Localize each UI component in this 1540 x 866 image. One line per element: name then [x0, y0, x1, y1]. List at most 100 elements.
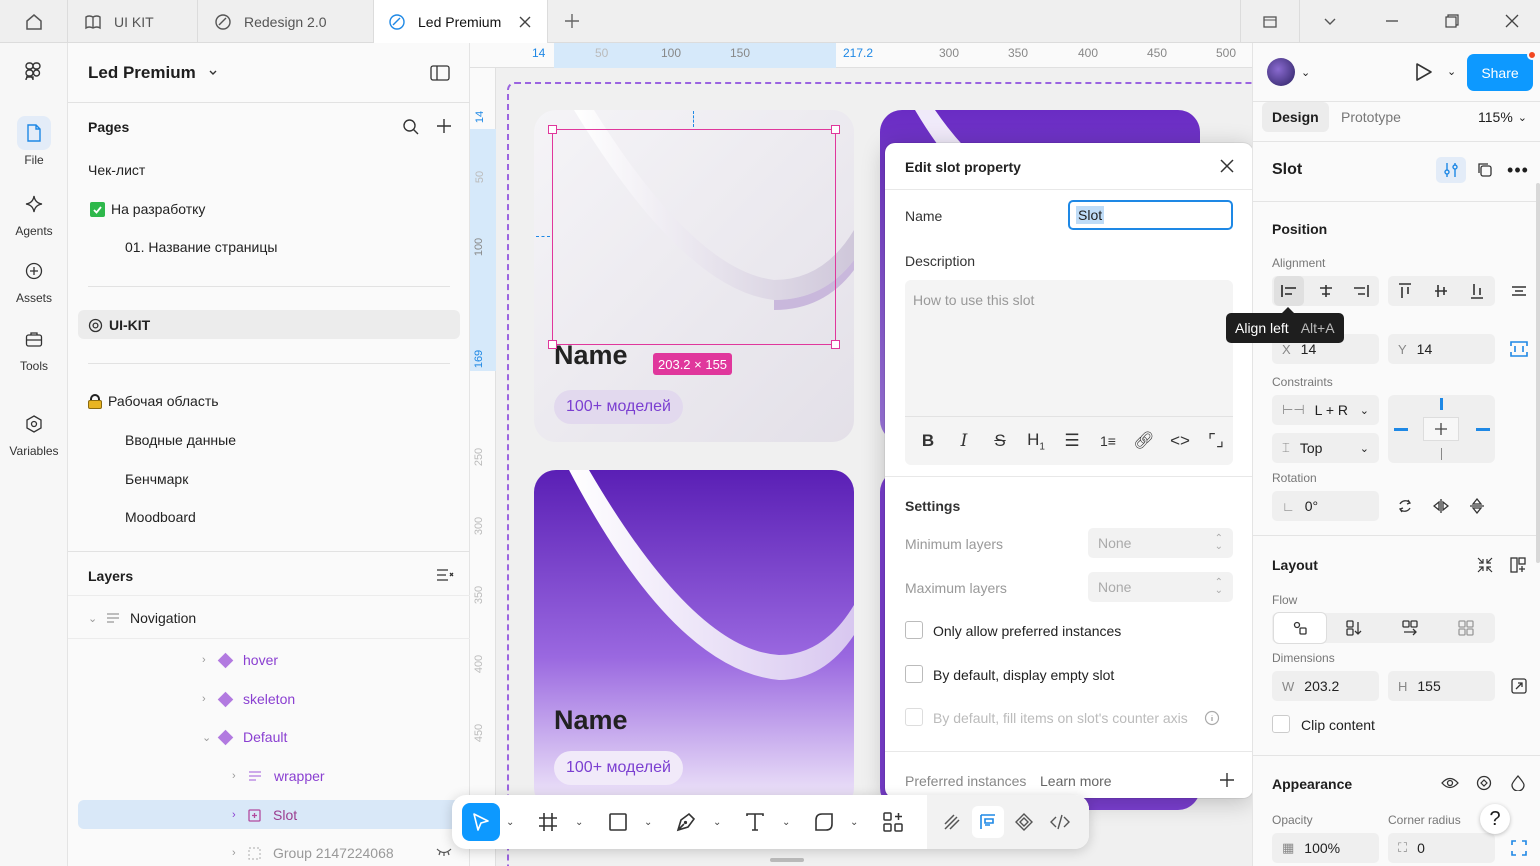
info-icon[interactable] — [1204, 710, 1220, 726]
align-right-button[interactable] — [1346, 276, 1376, 306]
comment-tool[interactable] — [808, 806, 840, 838]
chevron-right-icon[interactable]: › — [232, 770, 246, 782]
chevron-down-icon[interactable]: ⌄ — [506, 817, 514, 828]
page-item[interactable]: Чек-лист — [88, 162, 145, 178]
select-matching-button[interactable] — [1470, 155, 1500, 185]
bold-icon[interactable]: B — [917, 431, 939, 451]
page-item[interactable]: Moodboard — [125, 509, 196, 525]
close-dialog-button[interactable] — [1220, 159, 1234, 173]
chevron-down-icon[interactable]: ⌄ — [713, 817, 721, 828]
scrollbar[interactable] — [1536, 183, 1540, 563]
resize-handle[interactable] — [548, 340, 557, 349]
rail-assets[interactable]: Assets — [0, 254, 68, 305]
layer-row[interactable]: › wrapper — [232, 768, 325, 784]
learn-more-link[interactable]: Learn more — [1040, 773, 1112, 789]
constraints-toggle-button[interactable] — [1504, 334, 1534, 364]
align-middle-button[interactable] — [1426, 276, 1456, 306]
page-item[interactable]: 01. Название страницы — [125, 239, 277, 255]
layer-row-selected[interactable]: › Slot — [232, 807, 297, 823]
more-icon[interactable]: ••• — [1503, 155, 1533, 185]
share-button[interactable]: Share — [1467, 54, 1533, 91]
page-item[interactable]: UI-KIT — [88, 317, 150, 333]
rail-tools[interactable]: Tools — [0, 322, 68, 373]
rotate-button[interactable] — [1390, 491, 1420, 521]
page-item[interactable]: Бенчмарк — [125, 471, 188, 487]
draw-mode[interactable] — [936, 806, 968, 838]
max-layers-select[interactable]: None ⌃ ⌄ — [1088, 572, 1233, 602]
layer-row[interactable]: ⌄ Default — [202, 729, 287, 745]
chevron-down-icon[interactable]: ⌄ — [1447, 65, 1456, 78]
layer-row[interactable]: › Group 2147224068 — [232, 845, 394, 861]
text-tool[interactable] — [739, 806, 771, 838]
page-item[interactable]: На разработку — [88, 201, 205, 217]
only-preferred-checkbox[interactable] — [905, 621, 923, 639]
layers-options-button[interactable] — [436, 567, 454, 583]
rail-agents[interactable]: Agents — [0, 187, 68, 238]
rail-variables[interactable]: Variables — [0, 407, 68, 458]
actions-tool[interactable] — [877, 806, 909, 838]
chevron-down-icon[interactable]: ⌄ — [850, 817, 858, 828]
numbered-list-icon[interactable]: 1≡ — [1097, 433, 1119, 449]
visibility-button[interactable] — [1435, 768, 1465, 798]
flip-horizontal-button[interactable] — [1426, 491, 1456, 521]
close-tab-icon[interactable] — [519, 16, 531, 28]
flow-vertical-button[interactable] — [1339, 613, 1369, 643]
align-left-button[interactable] — [1274, 276, 1304, 306]
tab-prototype[interactable]: Prototype — [1341, 109, 1401, 125]
align-center-h-button[interactable] — [1311, 276, 1341, 306]
constraint-bottom-line[interactable] — [1441, 448, 1442, 460]
resize-options-button[interactable] — [1504, 671, 1534, 701]
hidden-eye-icon[interactable] — [436, 847, 452, 857]
close-window-button[interactable] — [1505, 14, 1519, 28]
design-mode[interactable] — [972, 806, 1004, 838]
file-name-menu[interactable]: Led Premium — [88, 63, 218, 83]
flow-horizontal-button[interactable] — [1395, 613, 1425, 643]
name-input[interactable]: Slot — [1068, 200, 1233, 230]
constraints-widget[interactable] — [1388, 395, 1495, 463]
sidebar-toggle-button[interactable] — [430, 65, 450, 81]
move-tool[interactable] — [462, 803, 500, 841]
description-editor[interactable]: How to use this slot B I S H1 ☰ 1≡ 🔗︎ <>… — [905, 280, 1233, 465]
bullet-list-icon[interactable]: ☰ — [1061, 431, 1083, 451]
layer-row[interactable]: › skeleton — [202, 691, 295, 707]
heading-icon[interactable]: H1 — [1025, 430, 1047, 452]
scroll-handle[interactable] — [770, 858, 804, 862]
chevron-down-icon[interactable]: ⌄ — [202, 731, 216, 744]
corner-radius-field[interactable]: ⛶ 0 — [1388, 833, 1495, 863]
new-tab-button[interactable] — [563, 12, 581, 30]
fill-counter-axis-checkbox[interactable] — [905, 708, 923, 726]
opacity-field[interactable]: ▦ 100% — [1272, 833, 1379, 863]
avatar-menu[interactable]: ⌄ — [1267, 58, 1310, 86]
frame-tool[interactable] — [532, 806, 564, 838]
variable-mode-button[interactable] — [1469, 768, 1499, 798]
tabs-menu-button[interactable] — [1323, 14, 1337, 28]
chevron-right-icon[interactable]: › — [232, 847, 246, 859]
height-field[interactable]: H 155 — [1388, 671, 1495, 701]
dev-mode[interactable] — [1044, 806, 1076, 838]
resize-handle[interactable] — [831, 340, 840, 349]
constraint-right-line[interactable] — [1476, 428, 1490, 431]
tab-design[interactable]: Design — [1262, 102, 1329, 132]
search-pages-button[interactable] — [402, 118, 420, 136]
rectangle-tool[interactable] — [602, 806, 634, 838]
collapse-layout-button[interactable] — [1470, 550, 1500, 580]
help-button[interactable]: ? — [1480, 804, 1510, 834]
flip-vertical-button[interactable] — [1462, 491, 1492, 521]
layer-row[interactable]: ⌄ Novigation — [88, 610, 196, 626]
chevron-down-icon[interactable]: ⌄ — [644, 817, 652, 828]
pen-tool[interactable] — [670, 806, 702, 838]
flow-freeform-button[interactable] — [1274, 613, 1326, 643]
chevron-down-icon[interactable]: ⌄ — [575, 817, 583, 828]
constraint-horizontal-select[interactable]: ⊢⊣ L + R ⌄ — [1272, 395, 1379, 425]
rail-file[interactable]: File — [0, 116, 68, 167]
resize-handle[interactable] — [548, 125, 557, 134]
constraint-left-line[interactable] — [1394, 428, 1408, 431]
layout-guide-button[interactable] — [1503, 550, 1533, 580]
selection-box[interactable] — [548, 125, 840, 349]
add-preferred-button[interactable] — [1219, 772, 1235, 788]
tab-led-premium[interactable]: Led Premium — [374, 0, 548, 43]
min-layers-select[interactable]: None ⌃ ⌄ — [1088, 528, 1233, 558]
chevron-down-icon[interactable]: ⌄ — [88, 612, 102, 625]
dev-mode-component[interactable] — [1008, 806, 1040, 838]
card-default[interactable]: Name 100+ моделей — [534, 470, 854, 810]
